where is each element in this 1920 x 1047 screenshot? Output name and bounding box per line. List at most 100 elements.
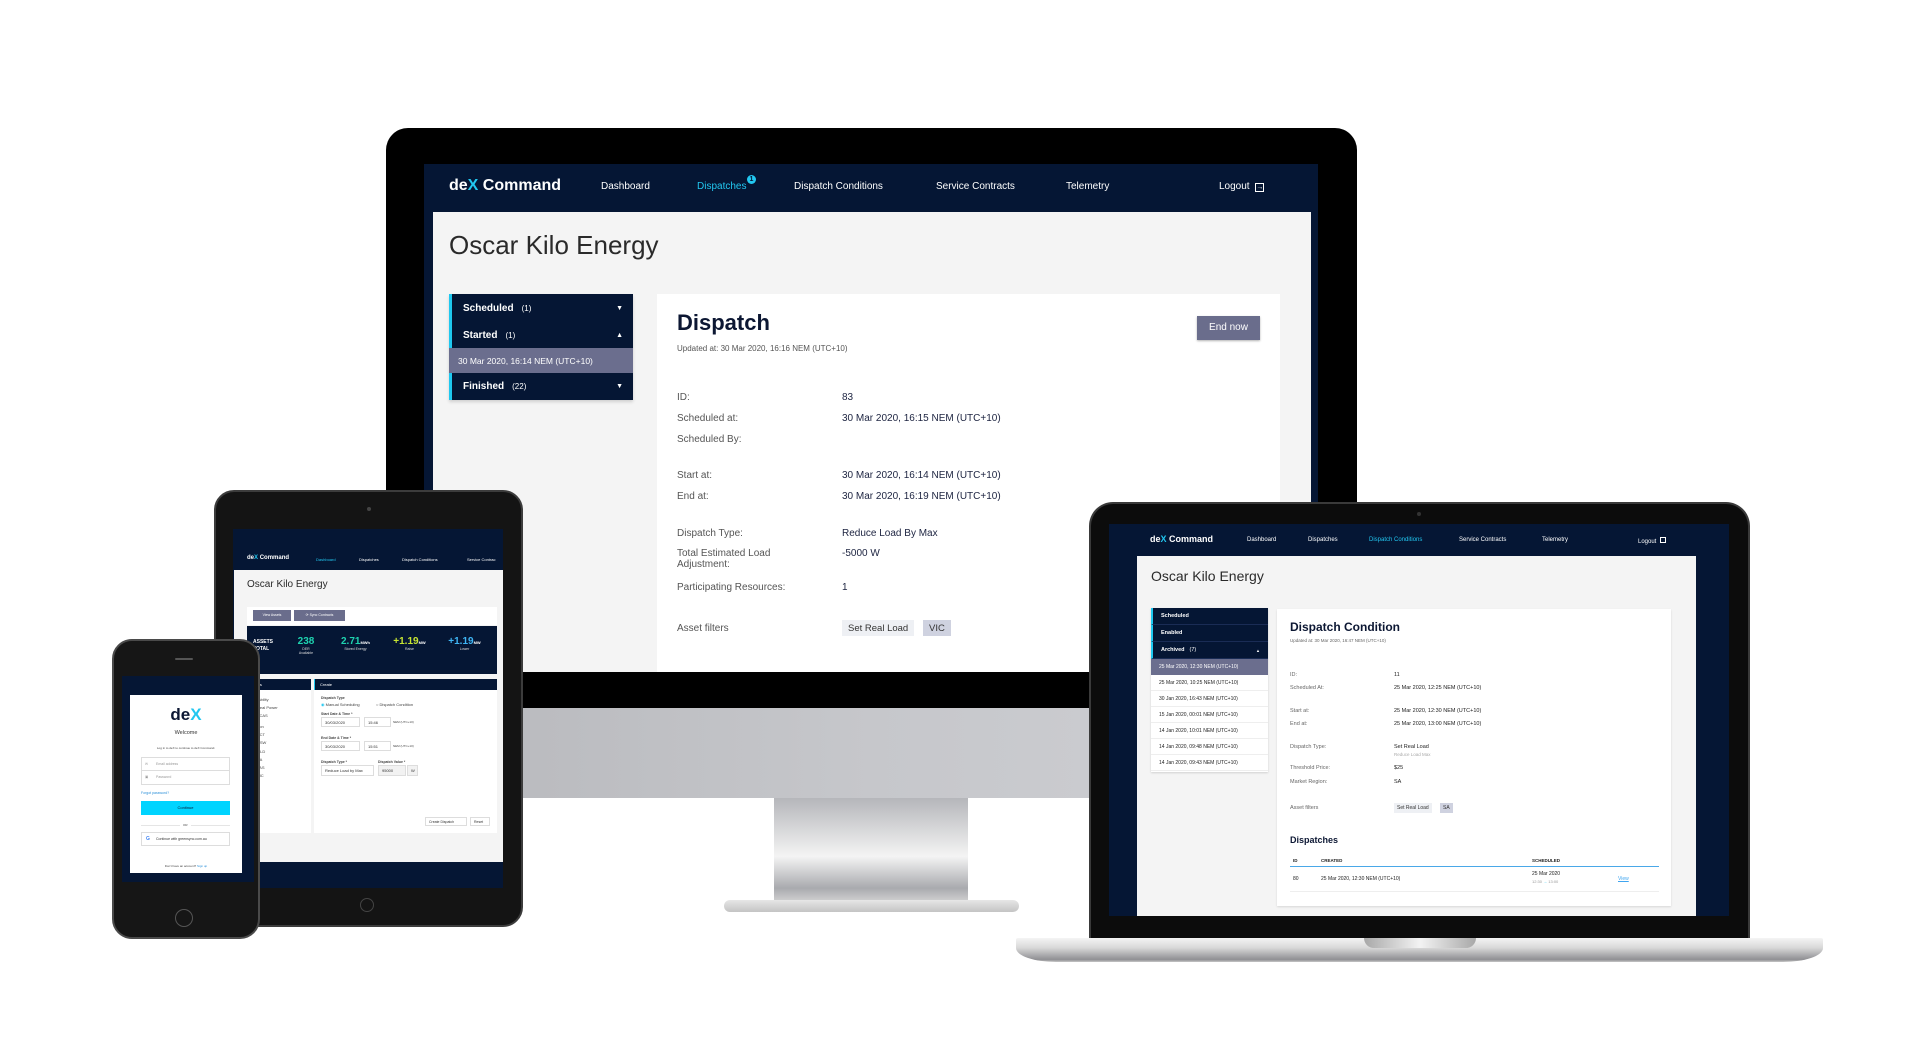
login-subtitle: Log in to deX to continue to deX Command… — [156, 746, 216, 750]
nav-telemetry[interactable]: Telemetry — [1066, 181, 1109, 192]
create-header: Create — [314, 679, 497, 690]
nav-service-contracts[interactable]: Service Contracts — [936, 181, 1015, 192]
sidebar-item-selected[interactable]: 30 Mar 2020, 16:14 NEM (UTC+10) — [449, 348, 633, 373]
sidebar-date-item[interactable]: 14 Jan 2020, 09:43 NEM (UTC+10) — [1151, 755, 1268, 771]
nav-dispatch-conditions[interactable]: Dispatch Conditions — [794, 181, 883, 192]
reset-button[interactable]: Reset — [470, 817, 490, 826]
nav-dispatches[interactable]: Dispatches — [1308, 537, 1338, 543]
column-header-created: CREATED — [1321, 858, 1343, 863]
sidebar-item-selected[interactable]: 25 Mar 2020, 12:30 NEM (UTC+10) — [1151, 659, 1268, 675]
email-input[interactable]: ✉ Email address — [141, 757, 230, 771]
logo[interactable]: deX Command — [1150, 534, 1213, 544]
create-panel: Create Dispatch Type ◉ Manual Scheduling… — [314, 679, 497, 833]
nav-dashboard[interactable]: Dashboard — [601, 181, 650, 192]
start-date-input[interactable]: 30/03/2020 — [321, 717, 360, 727]
sync-contracts-button[interactable]: ⟳ Sync Contracts — [294, 610, 345, 621]
google-login-button[interactable]: G Continue with greensync.com.au — [141, 832, 230, 846]
logo-de: de — [247, 555, 255, 561]
continue-button[interactable]: Continue — [141, 801, 230, 815]
group-count: (22) — [512, 382, 527, 391]
filter-option[interactable]: Real Power — [257, 705, 278, 710]
field-value: 11 — [1394, 672, 1400, 678]
sidebar-group-enabled[interactable]: Enabled — [1151, 625, 1268, 642]
forgot-password-link[interactable]: Forgot password? — [141, 791, 169, 795]
sidebar-date-item[interactable]: 14 Jan 2020, 10:01 NEM (UTC+10) — [1151, 723, 1268, 739]
page-title: Oscar Kilo Energy — [449, 230, 659, 260]
password-input[interactable]: ▣ Password — [141, 771, 230, 785]
field-label: Dispatch Type: — [1290, 744, 1327, 750]
field-value: 1 — [842, 582, 848, 593]
asset-filter-chip: Set Real Load — [1394, 803, 1432, 813]
create-dispatch-button[interactable]: Create Dispatch — [425, 817, 467, 826]
signup-link[interactable]: Sign up — [197, 864, 207, 868]
laptop-camera — [1417, 512, 1421, 516]
sidebar-group-finished[interactable]: Finished (22) ▼ — [449, 373, 633, 400]
nav-dashboard[interactable]: Dashboard — [1247, 537, 1276, 543]
sidebar-group-scheduled[interactable]: Scheduled (1) ▼ — [449, 294, 633, 322]
logo-de: de — [449, 177, 468, 194]
group-label: Finished — [463, 381, 505, 392]
field-value: -5000 W — [842, 548, 880, 559]
stat-der: 238 DER Available — [291, 636, 321, 655]
stat-value: 2.71MWh — [340, 636, 371, 647]
caret-up-icon: ▲ — [616, 331, 623, 339]
value-label: Dispatch Value * — [378, 760, 406, 764]
sidebar-date-item[interactable]: 30 Jan 2020, 16:43 NEM (UTC+10) — [1151, 691, 1268, 707]
stat-label: Lower — [459, 647, 470, 651]
logout-button[interactable]: Logout → — [1219, 181, 1265, 192]
group-label: Scheduled — [463, 302, 514, 314]
sidebar-group-started[interactable]: Started (1) ▲ — [449, 322, 633, 348]
sidebar-date-item[interactable]: 15 Jan 2020, 00:01 NEM (UTC+10) — [1151, 707, 1268, 723]
cell-scheduled-date: 25 Mar 2020 — [1532, 871, 1561, 877]
caret-down-icon: ▼ — [616, 304, 623, 312]
nav-telemetry[interactable]: Telemetry — [1542, 537, 1568, 543]
sidebar-date-item[interactable]: 14 Jan 2020, 09:48 NEM (UTC+10) — [1151, 739, 1268, 755]
end-now-button[interactable]: End now — [1197, 316, 1260, 340]
nav-service-contracts[interactable]: Service Contracts — [1459, 537, 1506, 543]
field-label: Start at: — [1290, 708, 1310, 714]
field-value: 25 Mar 2020, 12:25 NEM (UTC+10) — [1394, 685, 1482, 691]
nav-dispatches[interactable]: Dispatches — [697, 181, 746, 192]
view-link[interactable]: View — [1618, 876, 1629, 882]
cell-scheduled-times: 12:30 → 13:00 — [1532, 879, 1558, 884]
start-time-input[interactable]: 15:46 — [364, 717, 391, 727]
unit-select[interactable]: W — [407, 765, 418, 776]
dispatch-type-select[interactable]: Reduce Load by Max — [321, 765, 374, 776]
monitor-stand-base — [724, 900, 1019, 912]
monitor-stand — [774, 798, 968, 904]
field-label: Scheduled At: — [1290, 685, 1324, 691]
field-value: 30 Mar 2020, 16:14 NEM (UTC+10) — [842, 470, 1001, 481]
asset-filters-label: Asset filters — [1290, 805, 1319, 811]
or-label: OR — [180, 823, 191, 827]
logout-button[interactable]: Logout — [1638, 537, 1667, 545]
logo[interactable]: deX Command — [449, 177, 561, 195]
sidebar-date-item[interactable]: 25 Mar 2020, 10:25 NEM (UTC+10) — [1151, 675, 1268, 691]
sidebar-group-archived[interactable]: Archived (7) ▲ — [1151, 642, 1268, 659]
view-assets-button[interactable]: View Assets — [253, 610, 291, 621]
nav-dashboard[interactable]: Dashboard — [316, 557, 336, 562]
radio-dispatch-condition[interactable]: ○ Dispatch Condition — [376, 702, 413, 707]
page-title: Oscar Kilo Energy — [247, 579, 328, 590]
arrow-right-icon: → — [1543, 879, 1548, 884]
logo[interactable]: deX Command — [247, 555, 289, 561]
nav-dispatches[interactable]: Dispatches — [359, 557, 379, 562]
nav-dispatch-conditions[interactable]: Dispatch Conditions — [1369, 537, 1422, 543]
updated-at: Updated at: 30 Mar 2020, 16:16 NEM (UTC+… — [677, 344, 848, 353]
sidebar-group-scheduled[interactable]: Scheduled — [1151, 608, 1268, 625]
end-date-input[interactable]: 30/03/2020 — [321, 741, 360, 751]
nav-dispatch-conditions[interactable]: Dispatch Conditions — [402, 557, 438, 562]
group-count: (7) — [1189, 647, 1197, 653]
dispatch-sidebar: Scheduled (1) ▼ Started (1) ▲ 30 Mar 2020, 1… — [449, 294, 633, 400]
end-time-input[interactable]: 15:51 — [364, 741, 391, 751]
nav-service-contracts[interactable]: Service Contrac — [467, 557, 495, 562]
action-bar: View Assets ⟳ Sync Contracts — [247, 607, 497, 625]
group-label: Started — [463, 329, 498, 341]
field-label: Scheduled By: — [677, 434, 742, 445]
field-value: 30 Mar 2020, 16:15 NEM (UTC+10) — [842, 413, 1001, 424]
logout-label: Logout — [1638, 539, 1657, 545]
dispatch-value-input[interactable]: 95000 — [378, 765, 406, 776]
radio-manual-scheduling[interactable]: ◉ Manual Scheduling — [321, 702, 360, 707]
end-label: End Date & Time * — [321, 736, 352, 740]
stat-label: Raise — [405, 647, 414, 651]
stat-raise: +1.19MW Raise — [387, 636, 432, 651]
